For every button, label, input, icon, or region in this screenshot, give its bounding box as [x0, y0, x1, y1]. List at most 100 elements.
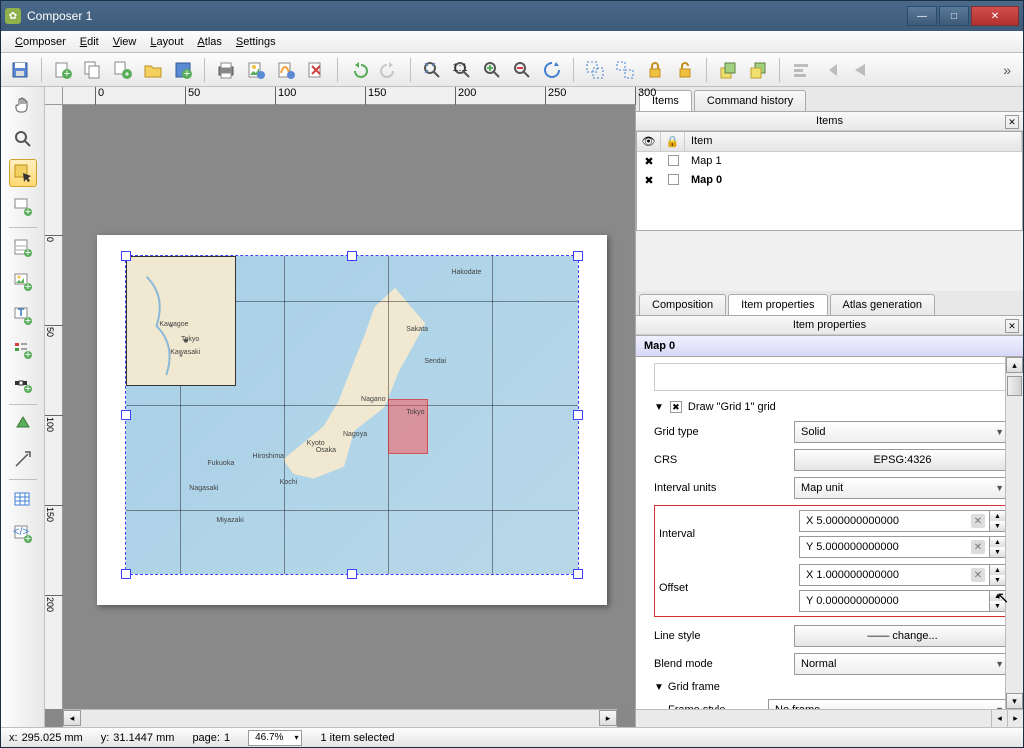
export-image-icon[interactable] — [243, 57, 269, 83]
column-item: Item — [685, 132, 1022, 151]
map-item[interactable]: Tokyo Osaka Nagoya Kyoto Sendai Fukuoka … — [125, 255, 579, 575]
add-label-icon[interactable]: T+ — [9, 302, 37, 330]
item-properties-title: Item properties✕ — [636, 316, 1023, 335]
zoom-tool-icon[interactable] — [9, 125, 37, 153]
grid-group-header[interactable]: ▼ ✖ Draw "Grid 1" grid — [654, 401, 1011, 413]
interval-units-combo[interactable]: Map unit▼ — [794, 477, 1011, 499]
grid-frame-group[interactable]: ▼Grid frame — [654, 681, 1011, 693]
grid-type-combo[interactable]: Solid▼ — [794, 421, 1011, 443]
unlock-icon[interactable] — [672, 57, 698, 83]
app-icon: ✿ — [5, 8, 21, 24]
items-list[interactable]: 👁 🔒 Item ✖ Map 1 ✖ Map 0 — [636, 131, 1023, 231]
interval-units-label: Interval units — [654, 482, 794, 494]
crs-button[interactable]: EPSG:4326 — [794, 449, 1011, 471]
add-scalebar-icon[interactable]: + — [9, 370, 37, 398]
maximize-button[interactable]: □ — [939, 6, 969, 26]
lock-icon: 🔒 — [661, 132, 685, 151]
menu-view[interactable]: View — [107, 34, 143, 50]
close-panel-icon[interactable]: ✕ — [1005, 319, 1019, 333]
move-content-icon[interactable]: + — [9, 193, 37, 221]
svg-text:+: + — [24, 315, 30, 326]
zoom-out-icon[interactable] — [509, 57, 535, 83]
toolbar-overflow-icon[interactable]: » — [997, 62, 1017, 78]
status-selection: 1 item selected — [320, 732, 394, 744]
tab-composition[interactable]: Composition — [639, 294, 726, 315]
duplicate-icon[interactable] — [80, 57, 106, 83]
align-left-icon[interactable] — [788, 57, 814, 83]
lower-icon[interactable] — [745, 57, 771, 83]
offset-label: Offset — [659, 582, 799, 594]
add-shape-icon[interactable] — [9, 411, 37, 439]
add-html-icon[interactable]: </>+ — [9, 520, 37, 548]
tab-item-properties[interactable]: Item properties — [728, 294, 827, 315]
svg-text:1:1: 1:1 — [452, 62, 467, 74]
add-arrow-icon[interactable] — [9, 445, 37, 473]
status-page: page: 1 — [192, 732, 230, 744]
group-icon[interactable] — [582, 57, 608, 83]
raise-icon[interactable] — [715, 57, 741, 83]
horizontal-scrollbar[interactable]: ◂▸ — [63, 709, 617, 727]
ruler-vertical: 0 50 100 150 200 — [45, 105, 63, 709]
pan-tool-icon[interactable] — [9, 91, 37, 119]
window-title: Composer 1 — [27, 9, 907, 23]
menu-settings[interactable]: Settings — [230, 34, 282, 50]
vertical-scrollbar[interactable]: ▴ ▾ — [1005, 357, 1023, 709]
select-tool-icon[interactable] — [9, 159, 37, 187]
interval-y-input[interactable]: Y 5.000000000000✕▲▼ — [799, 536, 1006, 558]
open-icon[interactable] — [140, 57, 166, 83]
close-button[interactable]: ✕ — [971, 6, 1019, 26]
minimize-button[interactable]: — — [907, 6, 937, 26]
zoom-actual-icon[interactable]: 1:1 — [449, 57, 475, 83]
offset-y-input[interactable]: Y 0.000000000000▲▼ — [799, 590, 1006, 612]
close-panel-icon[interactable]: ✕ — [1005, 115, 1019, 129]
menu-composer[interactable]: Composer — [9, 34, 72, 50]
interval-x-input[interactable]: X 5.000000000000✕▲▼ — [799, 510, 1006, 532]
menu-atlas[interactable]: Atlas — [191, 34, 227, 50]
refresh-icon[interactable] — [539, 57, 565, 83]
zoom-full-icon[interactable] — [419, 57, 445, 83]
items-panel-title: Items✕ — [636, 112, 1023, 131]
offset-x-input[interactable]: X 1.000000000000✕▲▼ — [799, 564, 1006, 586]
undo-icon[interactable] — [346, 57, 372, 83]
tab-command-history[interactable]: Command history — [694, 90, 806, 111]
add-map-icon[interactable]: + — [9, 234, 37, 262]
back-icon[interactable] — [848, 57, 874, 83]
svg-text:+: + — [24, 281, 30, 292]
list-item[interactable]: ✖ Map 0 — [637, 171, 1022, 190]
redo-icon[interactable] — [376, 57, 402, 83]
svg-text:+: + — [24, 349, 30, 360]
frame-style-label: Frame style — [668, 704, 768, 709]
svg-text:T: T — [17, 307, 24, 319]
export-pdf-icon[interactable] — [303, 57, 329, 83]
blend-mode-combo[interactable]: Normal▼ — [794, 653, 1011, 675]
menu-edit[interactable]: Edit — [74, 34, 105, 50]
line-style-button[interactable]: —— change... — [794, 625, 1011, 647]
crs-label: CRS — [654, 454, 794, 466]
export-svg-icon[interactable] — [273, 57, 299, 83]
new-composer-icon[interactable]: + — [50, 57, 76, 83]
zoom-in-icon[interactable] — [479, 57, 505, 83]
status-y: y: 31.1447 mm — [101, 732, 175, 744]
ungroup-icon[interactable] — [612, 57, 638, 83]
zoom-combo[interactable]: 46.7% — [248, 730, 302, 746]
svg-text:+: + — [24, 247, 30, 258]
list-item[interactable]: ✖ Map 1 — [637, 152, 1022, 171]
add-legend-icon[interactable]: + — [9, 336, 37, 364]
menu-layout[interactable]: Layout — [144, 34, 189, 50]
selected-item-header: Map 0 — [636, 335, 1023, 357]
interval-label: Interval — [659, 528, 799, 540]
save-template-icon[interactable]: + — [170, 57, 196, 83]
tab-atlas[interactable]: Atlas generation — [830, 294, 936, 315]
svg-text:+: + — [184, 68, 190, 80]
lock-icon[interactable] — [642, 57, 668, 83]
add-image-icon[interactable]: + — [9, 268, 37, 296]
frame-style-combo[interactable]: No frame▼ — [768, 699, 1011, 709]
line-style-label: Line style — [654, 630, 794, 642]
manager-icon[interactable] — [110, 57, 136, 83]
print-icon[interactable] — [213, 57, 239, 83]
save-icon[interactable] — [7, 57, 33, 83]
prev-icon[interactable] — [818, 57, 844, 83]
add-table-icon[interactable] — [9, 486, 37, 514]
visibility-icon: 👁 — [637, 132, 661, 151]
canvas[interactable]: Tokyo Osaka Nagoya Kyoto Sendai Fukuoka … — [63, 105, 635, 709]
